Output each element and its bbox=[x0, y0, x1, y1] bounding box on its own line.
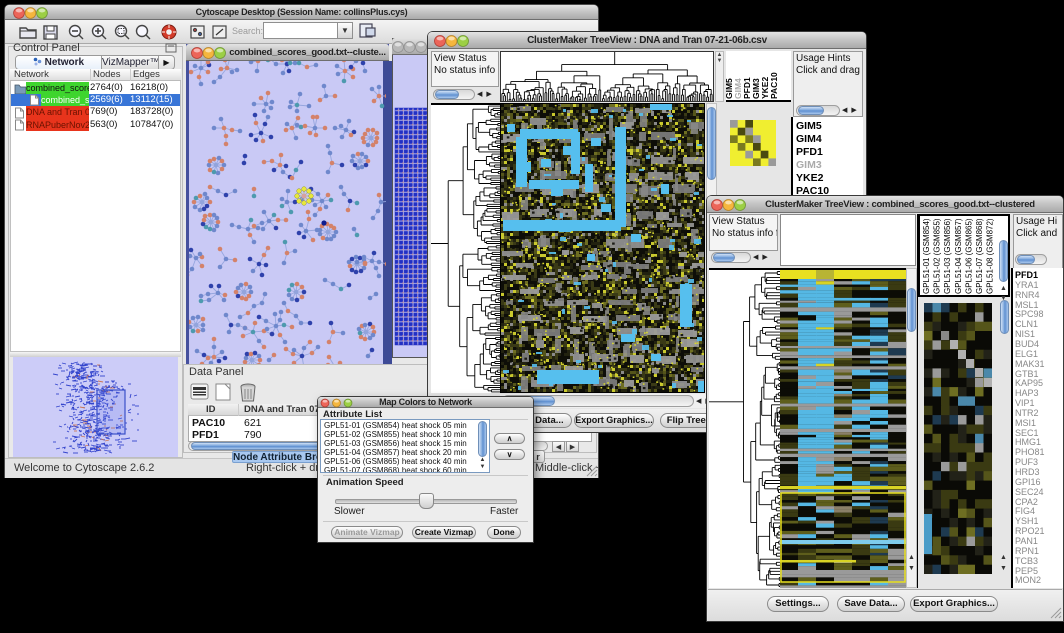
svg-text:GPL51-01 (GSM854): GPL51-01 (GSM854) bbox=[922, 218, 931, 294]
svg-text:GPL51-04 (GSM857): GPL51-04 (GSM857) bbox=[954, 218, 963, 294]
svg-text:PAC10: PAC10 bbox=[769, 72, 779, 99]
svg-text:GPL51-02 (GSM855): GPL51-02 (GSM855) bbox=[933, 218, 942, 294]
svg-text:GPL51-07 (GSM868): GPL51-07 (GSM868) bbox=[975, 218, 984, 294]
svg-text:GPL51-08 (GSM872): GPL51-08 (GSM872) bbox=[986, 218, 995, 294]
svg-text:GPL51-03 (GSM856): GPL51-03 (GSM856) bbox=[943, 218, 952, 294]
svg-text:GPL51-06 (GSM865): GPL51-06 (GSM865) bbox=[964, 218, 973, 294]
